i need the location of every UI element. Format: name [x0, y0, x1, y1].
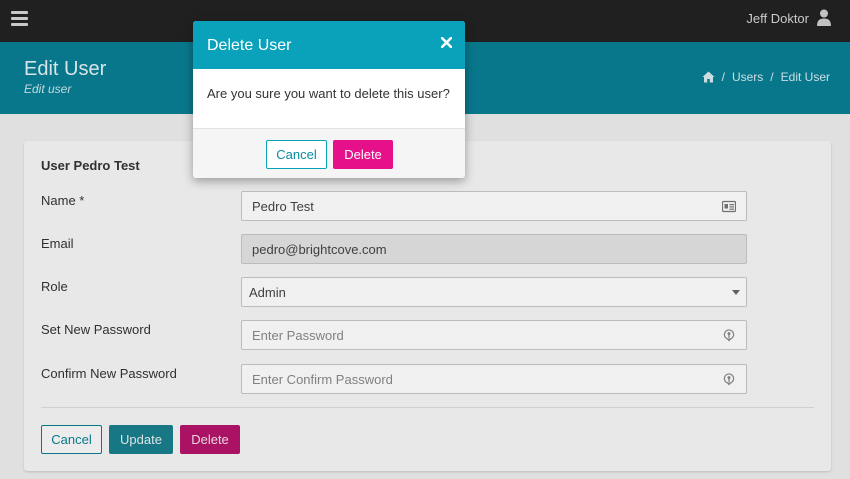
- modal-delete-button[interactable]: Delete: [333, 140, 393, 169]
- name-label: Name *: [41, 193, 85, 208]
- modal-message: Are you sure you want to delete this use…: [207, 86, 450, 101]
- new-password-input[interactable]: Enter Password: [241, 320, 747, 350]
- page-title: Edit User: [24, 58, 107, 80]
- home-icon[interactable]: [702, 71, 715, 83]
- email-value: pedro@brightcove.com: [252, 241, 387, 257]
- delete-user-modal: Delete User Are you sure you want to del…: [193, 21, 465, 178]
- breadcrumb: / Users / Edit User: [702, 70, 830, 84]
- update-button[interactable]: Update: [109, 425, 173, 454]
- email-label: Email: [41, 236, 74, 251]
- key-icon: [723, 329, 735, 342]
- name-value: Pedro Test: [252, 198, 314, 214]
- role-label: Role: [41, 279, 68, 294]
- modal-title: Delete User: [207, 37, 292, 54]
- user-name[interactable]: Jeff Doktor: [746, 11, 809, 26]
- id-card-icon: [722, 200, 736, 213]
- delete-button[interactable]: Delete: [180, 425, 240, 454]
- key-icon: [723, 373, 735, 386]
- role-select[interactable]: Admin: [241, 277, 747, 307]
- confirm-password-input[interactable]: Enter Confirm Password: [241, 364, 747, 394]
- page-subtitle: Edit user: [24, 82, 72, 96]
- email-field: pedro@brightcove.com: [241, 234, 747, 264]
- modal-footer: Cancel Delete: [193, 128, 465, 178]
- chevron-down-icon: [732, 290, 740, 295]
- name-input[interactable]: Pedro Test: [241, 191, 747, 221]
- card-title: User Pedro Test: [41, 158, 140, 173]
- confirm-password-label: Confirm New Password: [41, 366, 177, 381]
- hamburger-icon[interactable]: [11, 11, 28, 26]
- breadcrumb-edit-user: Edit User: [780, 70, 830, 84]
- new-password-label: Set New Password: [41, 322, 151, 337]
- breadcrumb-separator: /: [721, 70, 725, 84]
- modal-header: Delete User: [193, 21, 465, 69]
- divider: [41, 407, 814, 408]
- new-password-placeholder: Enter Password: [252, 327, 344, 343]
- modal-cancel-button[interactable]: Cancel: [266, 140, 327, 169]
- breadcrumb-separator: /: [770, 70, 774, 84]
- close-icon[interactable]: [441, 37, 452, 48]
- role-value: Admin: [249, 284, 286, 300]
- user-icon[interactable]: [817, 9, 831, 27]
- confirm-password-placeholder: Enter Confirm Password: [252, 371, 393, 387]
- breadcrumb-users[interactable]: Users: [732, 70, 763, 84]
- cancel-button[interactable]: Cancel: [41, 425, 102, 454]
- edit-user-card: User Pedro Test Name * Pedro Test Email …: [24, 141, 831, 471]
